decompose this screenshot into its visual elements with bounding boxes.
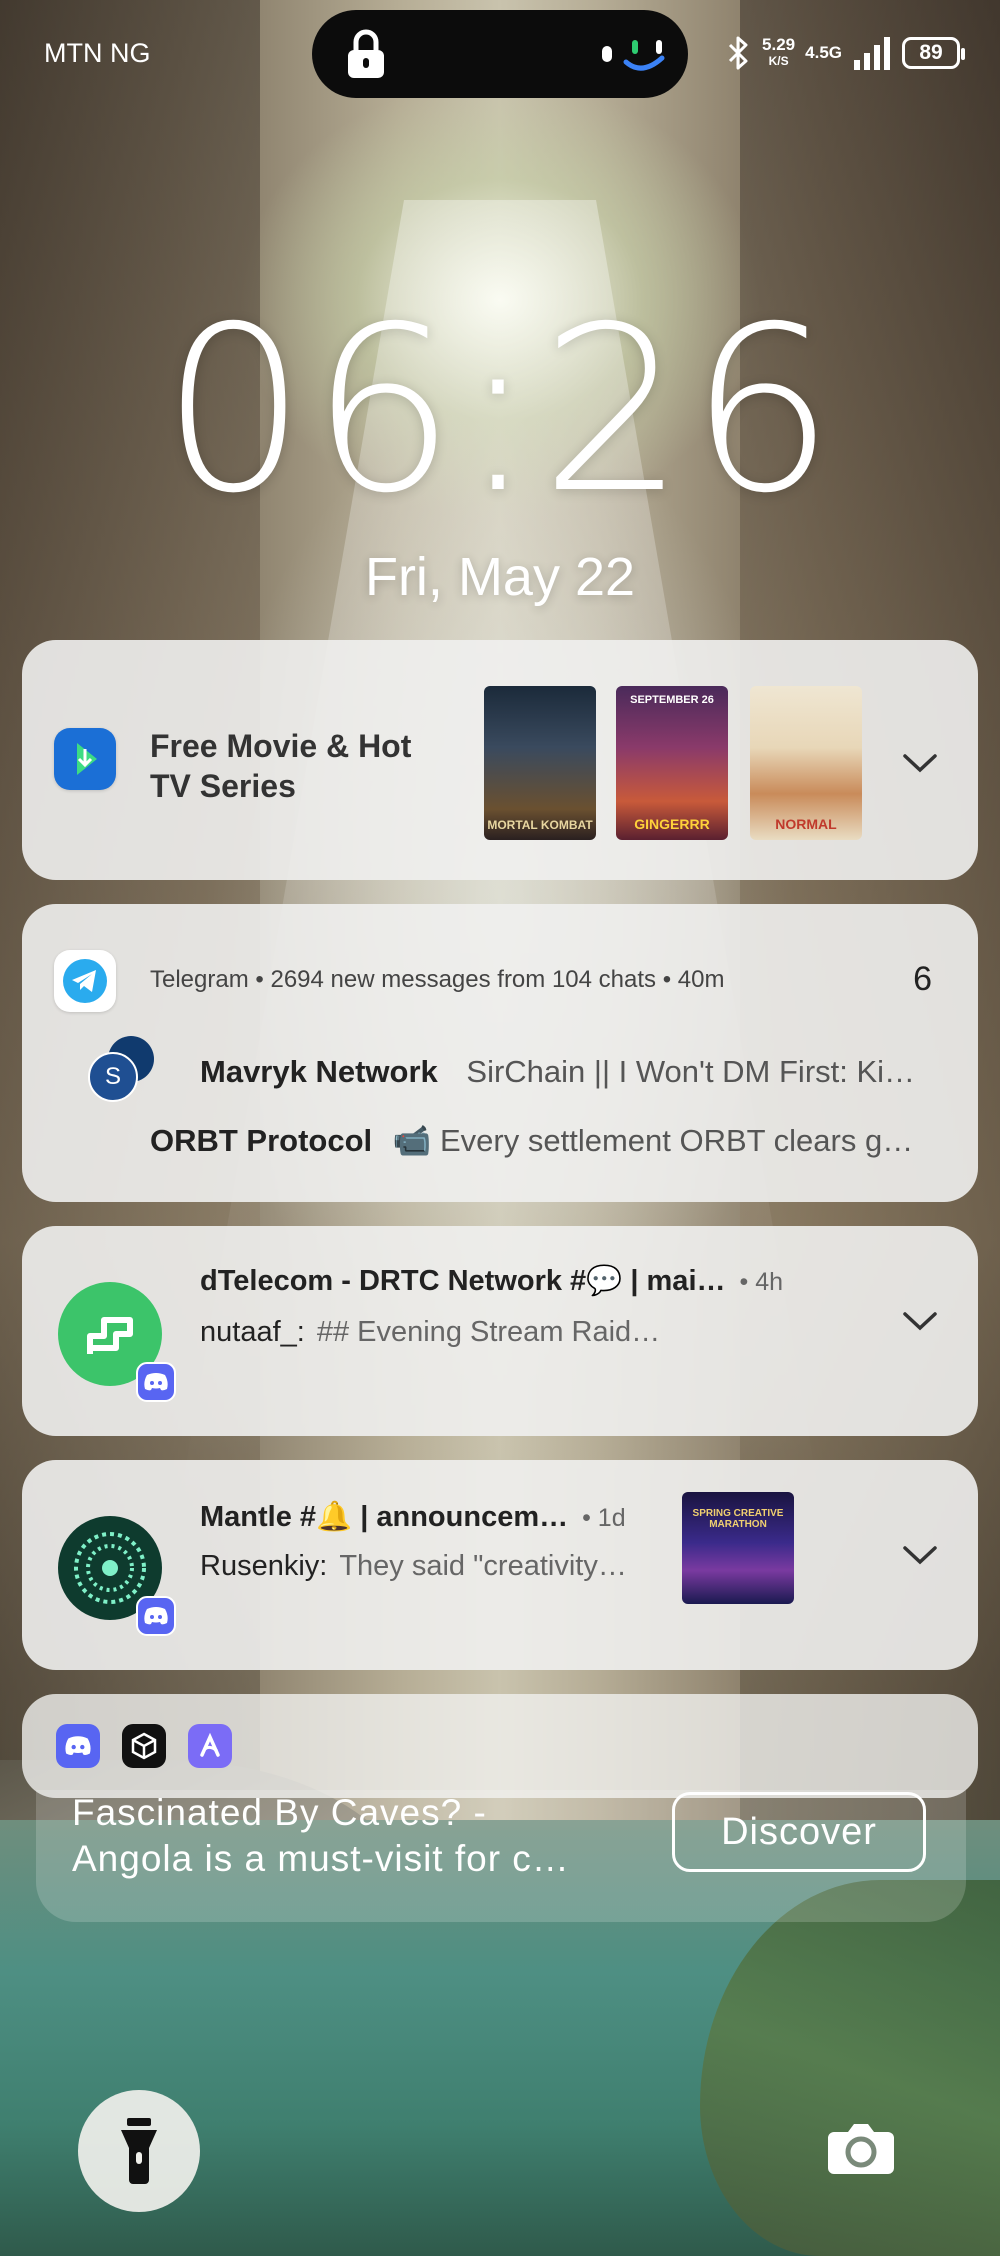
telegram-header: Telegram • 2694 new messages from 104 ch…: [150, 966, 724, 994]
discord-app-icon[interactable]: [56, 1724, 100, 1768]
notification-time: • 1d: [582, 1504, 626, 1532]
free-movie-title-line2: TV Series: [150, 768, 296, 804]
bluetooth-icon: [728, 36, 748, 70]
cube-icon: [131, 1732, 157, 1760]
discord-icon: [65, 1736, 91, 1755]
mantle-thumbnail[interactable]: SPRING CREATIVE MARATHON: [682, 1492, 794, 1604]
mantle-body: Rusenkiy: They said "creativity…: [200, 1550, 627, 1583]
telegram-time: 40m: [677, 966, 725, 993]
message-sender: ORBT Protocol: [150, 1123, 373, 1158]
poster-title: MORTAL KOMBAT: [487, 818, 593, 832]
signal-icon: [854, 37, 890, 70]
discord-icon: [144, 1607, 168, 1625]
network-speed-unit: K/S: [768, 54, 789, 68]
chat-avatar: S: [88, 1052, 138, 1102]
notification-telegram[interactable]: Telegram • 2694 new messages from 104 ch…: [22, 904, 978, 1202]
poster-release-date: SEPTEMBER 26: [630, 694, 714, 706]
telegram-icon: [63, 959, 107, 1003]
dtelecom-title-row: dTelecom - DRTC Network #💬 | mai… • 4h: [200, 1264, 783, 1298]
dtelecom-body: nutaaf_: ## Evening Stream Raid…: [200, 1316, 660, 1349]
movie-poster[interactable]: NORMAL: [750, 686, 862, 840]
discord-badge-icon: [136, 1362, 176, 1402]
chevron-down-icon[interactable]: [902, 1310, 938, 1332]
telegram-message-row[interactable]: ORBT Protocol 📹 Every settlement ORBT cl…: [150, 1122, 950, 1159]
movie-poster[interactable]: SEPTEMBER 26 GINGERRR: [616, 686, 728, 840]
network-speed-value: 5.29: [762, 35, 796, 54]
network-type: 4.5G: [805, 43, 842, 62]
face-unlock-icon: [623, 40, 665, 71]
cube-app-icon[interactable]: [122, 1724, 166, 1768]
chevron-down-icon[interactable]: [902, 1544, 938, 1566]
ad-text: Fascinated By Caves? - Angola is a must-…: [72, 1790, 570, 1882]
dtelecom-logo-icon: [87, 1317, 133, 1354]
message-preview: ## Evening Stream Raid…: [316, 1316, 661, 1348]
notification-time: • 4h: [739, 1268, 784, 1296]
poster-title: NORMAL: [775, 816, 837, 832]
collapsed-notifications[interactable]: [22, 1694, 978, 1798]
message-preview: SirChain || I Won't DM First: Ki…: [466, 1054, 916, 1089]
ad-line2: Angola is a must-visit for c…: [72, 1838, 570, 1879]
network-speed: 5.29 K/S: [762, 36, 795, 70]
status-icons: 5.29 K/S 4.5G 89: [724, 28, 965, 78]
discover-button[interactable]: Discover: [672, 1792, 926, 1872]
discord-badge-icon: [136, 1596, 176, 1636]
lock-clock: 06:26: [161, 277, 839, 543]
mantle-logo-icon: [74, 1532, 146, 1604]
notification-mantle[interactable]: Mantle #🔔 | announcem… • 1d Rusenkiy: They…: [22, 1460, 978, 1670]
camera-icon[interactable]: [826, 2118, 896, 2178]
notification-dtelecom[interactable]: dTelecom - DRTC Network #💬 | mai… • 4h nu…: [22, 1226, 978, 1436]
poster-title: GINGERRR: [634, 816, 710, 832]
free-movie-title-line1: Free Movie & Hot: [150, 728, 412, 764]
movie-poster[interactable]: MORTAL KOMBAT: [484, 686, 596, 840]
telegram-app-name: Telegram: [150, 966, 249, 993]
message-sender: Rusenkiy:: [200, 1550, 328, 1582]
mantle-title-row: Mantle #🔔 | announcem… • 1d: [200, 1500, 626, 1534]
status-bar: MTN NG 5.29 K/S 4.5G 89: [0, 0, 1000, 110]
discord-icon: [144, 1373, 168, 1391]
message-preview: 📹 Every settlement ORBT clears g…: [392, 1123, 914, 1158]
free-movie-title: Free Movie & Hot TV Series: [150, 726, 411, 806]
indicator-dot: [602, 46, 612, 62]
dynamic-island[interactable]: [312, 10, 688, 98]
telegram-message-row[interactable]: Mavryk Network SirChain || I Won't DM Fi…: [200, 1054, 960, 1090]
message-sender: nutaaf_:: [200, 1316, 305, 1348]
message-sender: Mavryk Network: [200, 1054, 438, 1089]
telegram-summary: 2694 new messages from 104 chats: [270, 966, 657, 993]
chevron-down-icon[interactable]: [902, 752, 938, 774]
thumbnail-caption: SPRING CREATIVE MARATHON: [692, 1508, 784, 1530]
play-download-icon: [77, 743, 97, 775]
arc-app-icon[interactable]: [188, 1724, 232, 1768]
telegram-count: 6: [913, 960, 932, 998]
notification-title: dTelecom - DRTC Network #💬 | mai…: [200, 1265, 726, 1297]
lockscreen-ad[interactable]: Fascinated By Caves? - Angola is a must-…: [36, 1790, 966, 1922]
arc-icon: [200, 1732, 220, 1757]
separator-dot: •: [255, 966, 271, 993]
telegram-app-icon: [54, 950, 116, 1012]
free-movie-app-icon: [54, 728, 116, 790]
notification-free-movie[interactable]: Free Movie & Hot TV Series MORTAL KOMBAT…: [22, 640, 978, 880]
ad-line1: Fascinated By Caves? -: [72, 1792, 487, 1833]
battery-indicator: 89: [902, 37, 965, 69]
flashlight-button[interactable]: [78, 2090, 200, 2212]
flashlight-icon: [121, 2118, 157, 2184]
carrier-name: MTN NG: [44, 38, 151, 68]
notification-title: Mantle #🔔 | announcem…: [200, 1501, 569, 1533]
message-preview: They said "creativity…: [339, 1550, 627, 1582]
lock-date: Fri, May 22: [364, 547, 636, 607]
separator-dot: •: [662, 966, 678, 993]
lock-icon: [348, 29, 384, 78]
